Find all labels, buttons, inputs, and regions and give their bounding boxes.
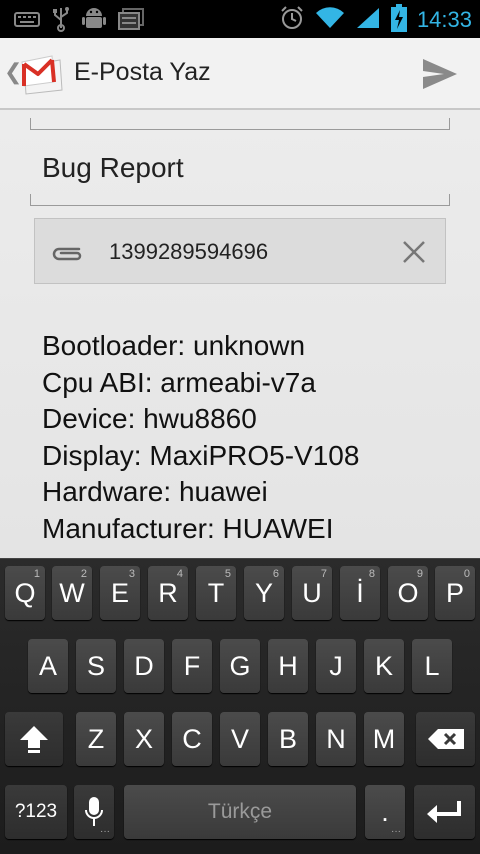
status-time: 14:33 bbox=[416, 7, 472, 32]
more-options-dots: ··· bbox=[100, 826, 110, 837]
key-t[interactable]: T5 bbox=[196, 566, 236, 620]
alarm-icon bbox=[279, 5, 305, 35]
key-p[interactable]: P0 bbox=[435, 566, 475, 620]
body-line: Hardware: huawei bbox=[42, 476, 268, 507]
key-g[interactable]: G bbox=[220, 639, 260, 693]
remove-attachment-button[interactable] bbox=[401, 239, 427, 265]
backspace-icon bbox=[427, 729, 464, 749]
key-a[interactable]: A bbox=[28, 639, 68, 693]
enter-key[interactable] bbox=[414, 785, 475, 839]
key-s[interactable]: S bbox=[76, 639, 116, 693]
key-y[interactable]: Y6 bbox=[244, 566, 284, 620]
key-m[interactable]: M bbox=[364, 712, 404, 766]
period-key[interactable]: . ··· bbox=[365, 785, 405, 839]
screen-title: E-Posta Yaz bbox=[74, 58, 211, 86]
key-l[interactable]: L bbox=[412, 639, 452, 693]
key-c[interactable]: C bbox=[172, 712, 212, 766]
subject-field-underline bbox=[30, 194, 450, 206]
key-w[interactable]: W2 bbox=[52, 566, 92, 620]
body-line: Manufacturer: HUAWEI bbox=[42, 512, 334, 544]
key-i-dotted[interactable]: İ8 bbox=[340, 566, 380, 620]
message-body[interactable]: Bootloader: unknown Cpu ABI: armeabi-v7a… bbox=[42, 328, 359, 547]
key-f[interactable]: F bbox=[172, 639, 212, 693]
keyboard-icon bbox=[14, 10, 40, 32]
backspace-key[interactable] bbox=[416, 712, 475, 766]
android-debug-icon bbox=[82, 6, 106, 36]
key-d[interactable]: D bbox=[124, 639, 164, 693]
to-field-underline[interactable] bbox=[30, 118, 450, 130]
body-line: Device: hwu8860 bbox=[42, 403, 257, 434]
key-b[interactable]: B bbox=[268, 712, 308, 766]
shift-icon bbox=[20, 726, 48, 753]
key-v[interactable]: V bbox=[220, 712, 260, 766]
status-bar: 14:33 bbox=[0, 0, 480, 38]
attachment-chip[interactable]: 1399289594696 bbox=[34, 218, 446, 284]
notification-stack-icon bbox=[118, 7, 144, 35]
status-bar-left bbox=[14, 6, 144, 36]
key-k[interactable]: K bbox=[364, 639, 404, 693]
key-u[interactable]: U7 bbox=[292, 566, 332, 620]
send-button[interactable] bbox=[420, 54, 460, 94]
key-e[interactable]: E3 bbox=[100, 566, 140, 620]
body-line: Display: MaxiPRO5-V108 bbox=[42, 439, 360, 471]
key-z[interactable]: Z bbox=[76, 712, 116, 766]
symbols-key[interactable]: ?123 bbox=[5, 785, 67, 839]
key-r[interactable]: R4 bbox=[148, 566, 188, 620]
more-options-dots: ··· bbox=[391, 826, 401, 837]
key-h[interactable]: H bbox=[268, 639, 308, 693]
attachment-name: 1399289594696 bbox=[109, 239, 269, 264]
space-key[interactable]: Türkçe bbox=[124, 785, 356, 839]
action-bar: ❮ E-Posta Yaz bbox=[0, 38, 480, 110]
paperclip-icon bbox=[49, 241, 83, 263]
battery-charging-icon bbox=[390, 4, 407, 36]
status-bar-right: 14:33 bbox=[279, 4, 472, 36]
signal-icon bbox=[355, 6, 381, 34]
compose-area: Bug Report 1399289594696 Bootloader: unk… bbox=[0, 110, 480, 558]
mic-icon bbox=[85, 797, 103, 826]
subject-field[interactable]: Bug Report bbox=[42, 152, 184, 184]
key-n[interactable]: N bbox=[316, 712, 356, 766]
body-line: Bootloader: unknown bbox=[42, 330, 306, 361]
voice-input-key[interactable]: ··· bbox=[74, 785, 114, 839]
close-icon bbox=[403, 241, 425, 263]
wifi-icon bbox=[315, 6, 345, 34]
key-o[interactable]: O9 bbox=[388, 566, 428, 620]
gmail-icon[interactable] bbox=[20, 52, 66, 96]
key-j[interactable]: J bbox=[316, 639, 356, 693]
body-line: Cpu ABI: armeabi-v7a bbox=[42, 366, 316, 398]
key-x[interactable]: X bbox=[124, 712, 164, 766]
soft-keyboard: Q1 W2 E3 R4 T5 Y6 U7 İ8 O9 P0 A S D F G … bbox=[0, 558, 480, 854]
usb-icon bbox=[52, 6, 70, 36]
send-icon bbox=[423, 59, 457, 89]
enter-icon bbox=[426, 801, 461, 823]
shift-key[interactable] bbox=[5, 712, 63, 766]
key-q[interactable]: Q1 bbox=[5, 566, 45, 620]
